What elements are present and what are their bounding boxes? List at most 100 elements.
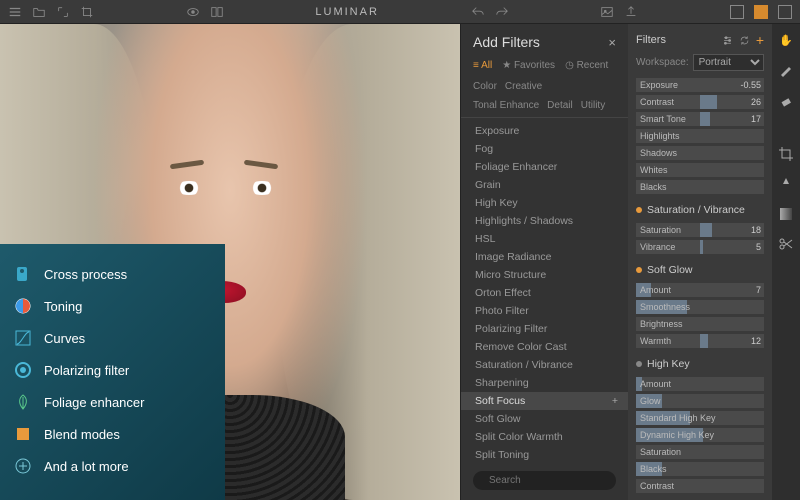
slider-blacks[interactable]: Blacks [636, 179, 764, 194]
clone-icon[interactable] [778, 176, 794, 192]
refresh-icon[interactable] [739, 35, 750, 46]
view-mode-3-icon[interactable] [778, 5, 792, 19]
filter-item[interactable]: Foliage Enhancer [461, 158, 628, 176]
tab-all[interactable]: ≡ All [473, 60, 492, 71]
promo-overlay: Cross processToningCurvesPolarizing filt… [0, 244, 225, 500]
view-mode-2-icon[interactable] [754, 5, 768, 19]
promo-label: Blend modes [44, 427, 120, 442]
slider-dynamic-high-key[interactable]: Dynamic High Key [636, 427, 764, 442]
gradient-icon[interactable] [778, 206, 794, 222]
close-icon[interactable]: × [608, 35, 616, 50]
tab-favorites[interactable]: ★ Favorites [502, 60, 555, 71]
slider-glow[interactable]: Glow [636, 393, 764, 408]
filter-item[interactable]: Highlights / Shadows [461, 212, 628, 230]
filter-item[interactable]: Exposure [461, 122, 628, 140]
slider-standard-high-key[interactable]: Standard High Key [636, 410, 764, 425]
filter-item[interactable]: Soft Focus [461, 392, 628, 410]
promo-item: Blend modes [14, 418, 211, 450]
slider-smoothness[interactable]: Smoothness [636, 299, 764, 314]
slider-blacks[interactable]: Blacks [636, 461, 764, 476]
filter-search[interactable] [473, 471, 616, 490]
filter-item[interactable]: Grain [461, 176, 628, 194]
blend-icon [14, 425, 32, 443]
curves-icon [14, 329, 32, 347]
category-tonal-enhance[interactable]: Tonal Enhance [473, 100, 539, 111]
slider-saturation[interactable]: Saturation [636, 444, 764, 459]
workspace-label: Workspace: [636, 57, 689, 68]
expand-icon[interactable] [56, 5, 70, 19]
promo-item: Curves [14, 322, 211, 354]
filter-item[interactable]: Saturation / Vibrance [461, 356, 628, 374]
slider-saturation[interactable]: Saturation18 [636, 222, 764, 237]
filter-item[interactable]: Soft Glow [461, 410, 628, 428]
category-creative[interactable]: Creative [505, 81, 542, 92]
slider-whites[interactable]: Whites [636, 162, 764, 177]
image-icon[interactable] [600, 5, 614, 19]
filter-item[interactable]: Remove Color Cast [461, 338, 628, 356]
sliders-icon[interactable] [722, 35, 733, 46]
promo-label: Curves [44, 331, 85, 346]
slider-contrast[interactable]: Contrast26 [636, 94, 764, 109]
search-input[interactable] [489, 475, 621, 486]
filter-tabs: ≡ All ★ Favorites ◷ Recent [461, 56, 628, 75]
filter-categories: Color Creative Tonal Enhance Detail Utility [461, 75, 628, 118]
section-header[interactable]: Soft Glow [636, 264, 764, 276]
filter-item[interactable]: Split Toning [461, 446, 628, 463]
tab-recent[interactable]: ◷ Recent [565, 60, 608, 71]
slider-highlights[interactable]: Highlights [636, 128, 764, 143]
section-header[interactable]: High Key [636, 358, 764, 370]
tool-strip: ✋ [772, 24, 800, 500]
promo-item: Toning [14, 290, 211, 322]
promo-item: And a lot more [14, 450, 211, 482]
eraser-tool-icon[interactable] [778, 92, 794, 108]
scissors-icon[interactable] [778, 236, 794, 252]
slider-contrast[interactable]: Contrast [636, 478, 764, 493]
undo-icon[interactable] [471, 5, 485, 19]
filter-item[interactable]: HSL [461, 230, 628, 248]
plus-icon [14, 457, 32, 475]
top-toolbar: LUMINAR [0, 0, 800, 24]
filters-panel: Filters + Workspace: Portrait Exposure-0… [628, 24, 772, 500]
slider-amount[interactable]: Amount7 [636, 282, 764, 297]
filter-item[interactable]: Orton Effect [461, 284, 628, 302]
slider-warmth[interactable]: Warmth12 [636, 333, 764, 348]
category-color[interactable]: Color [473, 81, 497, 92]
slider-shadows[interactable]: Shadows [636, 145, 764, 160]
filter-item[interactable]: Polarizing Filter [461, 320, 628, 338]
add-filters-title: Add Filters [473, 34, 540, 50]
view-mode-1-icon[interactable] [730, 5, 744, 19]
brush-tool-icon[interactable] [778, 62, 794, 78]
add-filter-icon[interactable]: + [756, 32, 764, 48]
filter-item[interactable]: Split Color Warmth [461, 428, 628, 446]
export-icon[interactable] [624, 5, 638, 19]
promo-item: Foliage enhancer [14, 386, 211, 418]
slider-brightness[interactable]: Brightness [636, 316, 764, 331]
spacer [778, 122, 794, 132]
filter-item[interactable]: Fog [461, 140, 628, 158]
category-utility[interactable]: Utility [581, 100, 605, 111]
filter-item[interactable]: Photo Filter [461, 302, 628, 320]
crop-tool-icon[interactable] [80, 5, 94, 19]
foliage-icon [14, 393, 32, 411]
compare-icon[interactable] [210, 5, 224, 19]
filter-item[interactable]: High Key [461, 194, 628, 212]
image-canvas[interactable]: Cross processToningCurvesPolarizing filt… [0, 24, 460, 500]
category-detail[interactable]: Detail [547, 100, 573, 111]
slider-amount[interactable]: Amount [636, 376, 764, 391]
filter-item[interactable]: Micro Structure [461, 266, 628, 284]
workspace-select[interactable]: Portrait [693, 54, 764, 71]
filter-item[interactable]: Image Radiance [461, 248, 628, 266]
section-header[interactable]: Saturation / Vibrance [636, 204, 764, 216]
slider-exposure[interactable]: Exposure-0.55 [636, 77, 764, 92]
eye-icon[interactable] [186, 5, 200, 19]
filters-panel-title: Filters [636, 34, 666, 46]
slider-smart-tone[interactable]: Smart Tone17 [636, 111, 764, 126]
menu-icon[interactable] [8, 5, 22, 19]
filter-item[interactable]: Sharpening [461, 374, 628, 392]
slider-vibrance[interactable]: Vibrance5 [636, 239, 764, 254]
promo-label: Foliage enhancer [44, 395, 144, 410]
folder-open-icon[interactable] [32, 5, 46, 19]
crop-icon[interactable] [778, 146, 794, 162]
redo-icon[interactable] [495, 5, 509, 19]
hand-tool-icon[interactable]: ✋ [778, 32, 794, 48]
